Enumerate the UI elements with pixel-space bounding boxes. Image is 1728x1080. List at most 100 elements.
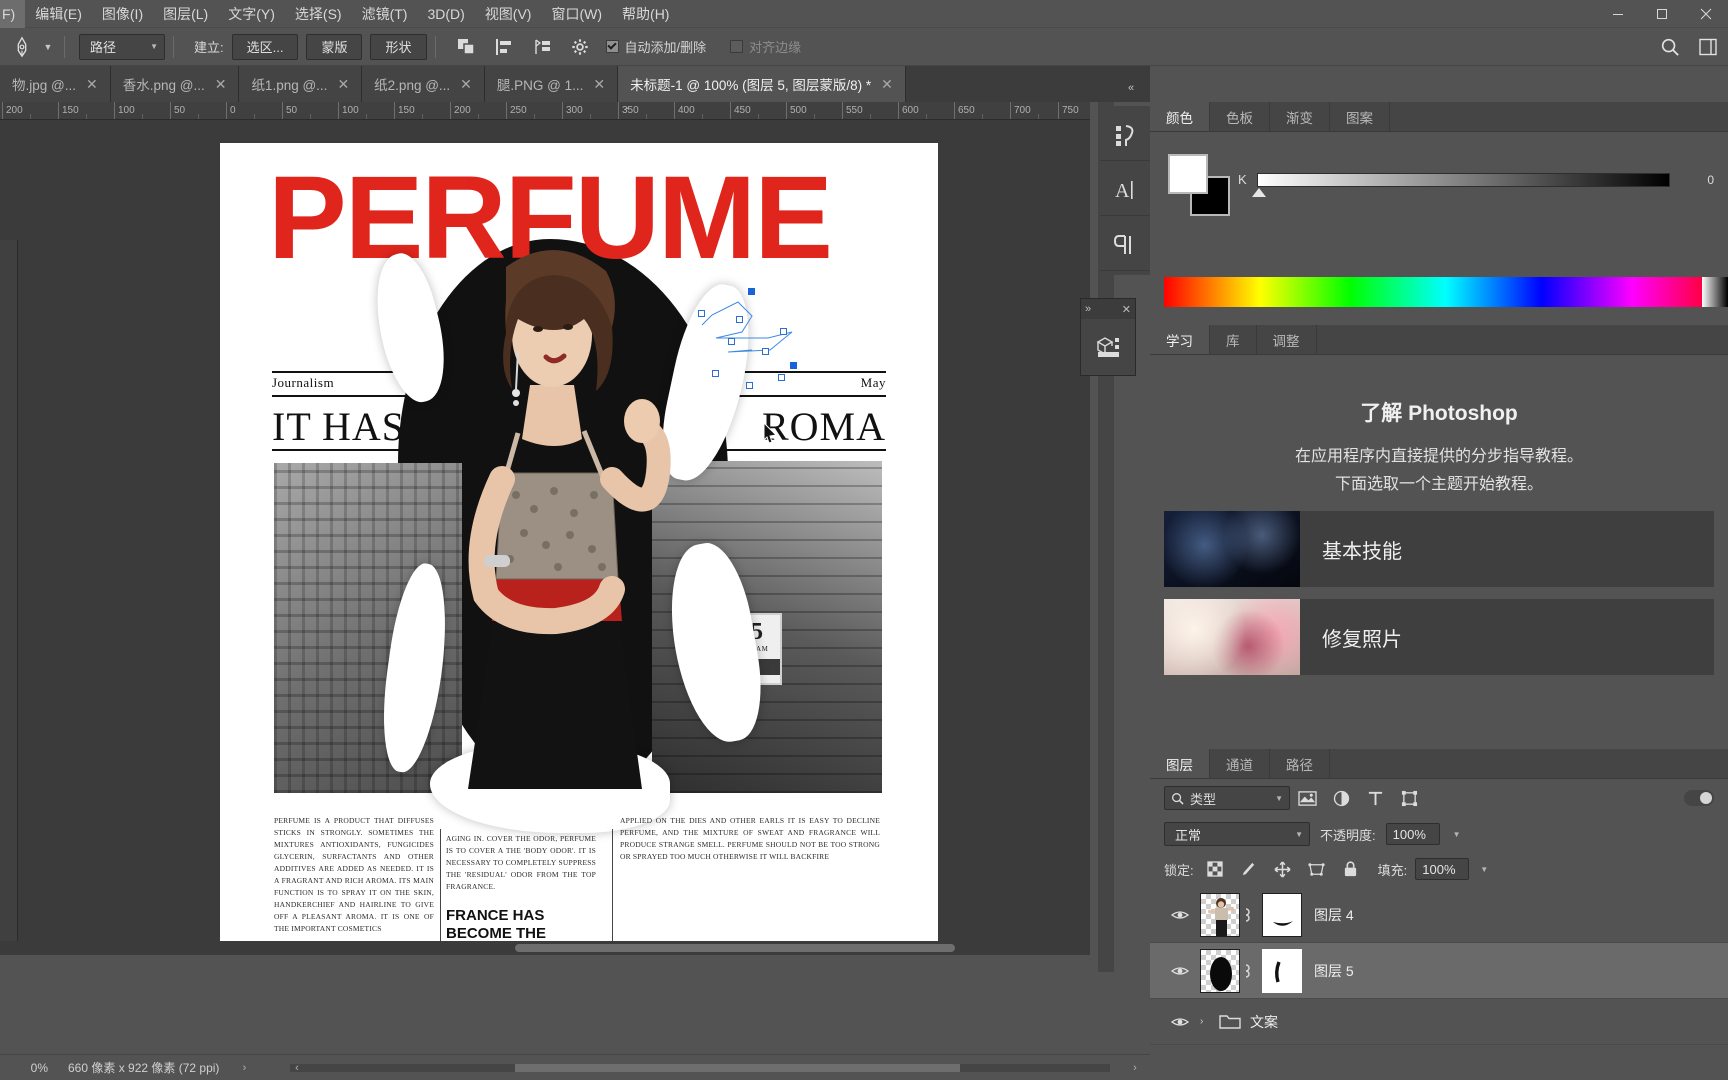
- vertical-ruler[interactable]: [0, 240, 18, 955]
- pen-path-overlay[interactable]: [690, 280, 810, 390]
- layer-row[interactable]: 图层 4: [1150, 887, 1728, 943]
- path-arrangement-button[interactable]: [526, 33, 558, 61]
- tab-swatches[interactable]: 色板: [1210, 102, 1270, 131]
- layer-group-row[interactable]: › 文案: [1150, 999, 1728, 1045]
- status-left-arrow-icon[interactable]: ‹: [286, 1062, 308, 1074]
- path-anchor-point[interactable]: [778, 374, 785, 381]
- path-anchor-point[interactable]: [790, 362, 797, 369]
- pen-tool-button[interactable]: [4, 32, 40, 62]
- tab-gradients[interactable]: 渐变: [1270, 102, 1330, 131]
- document-tab[interactable]: 物.jpg @... ✕: [0, 66, 111, 102]
- layer-filter-kind-select[interactable]: 类型 ▼: [1164, 786, 1290, 810]
- shape-filter-button[interactable]: [1392, 786, 1426, 810]
- woman-cutout-thumbnail[interactable]: [1200, 892, 1240, 937]
- tab-learn[interactable]: 学习: [1150, 325, 1210, 354]
- close-icon[interactable]: ✕: [337, 76, 349, 93]
- learn-card-basic-skills[interactable]: 基本技能: [1164, 511, 1714, 587]
- workspace-button[interactable]: [1692, 33, 1724, 61]
- close-icon[interactable]: ✕: [1122, 303, 1131, 316]
- tab-channels[interactable]: 通道: [1210, 749, 1270, 778]
- layer-visibility-toggle[interactable]: [1160, 965, 1200, 977]
- canvas-collapse-icon[interactable]: ⌃: [620, 104, 634, 118]
- path-anchor-point[interactable]: [712, 370, 719, 377]
- document-tab[interactable]: 腿.PNG @ 1... ✕: [484, 66, 619, 102]
- make-selection-button[interactable]: 选区...: [231, 33, 299, 60]
- chevron-down-icon[interactable]: ▼: [1450, 830, 1464, 839]
- path-settings-button[interactable]: [564, 33, 596, 61]
- lock-image-pixels-button[interactable]: [1236, 857, 1262, 881]
- menu-window[interactable]: 窗口(W): [541, 0, 612, 28]
- chevron-down-icon[interactable]: ▼: [1477, 865, 1491, 874]
- status-scrollbar[interactable]: [290, 1064, 1110, 1072]
- menu-select[interactable]: 选择(S): [285, 0, 352, 28]
- path-mode-select[interactable]: 路径 ▼: [79, 33, 165, 60]
- adjustment-filter-button[interactable]: [1324, 786, 1358, 810]
- tab-adjustments[interactable]: 调整: [1256, 325, 1317, 354]
- path-anchor-point[interactable]: [762, 348, 769, 355]
- floating-3d-panel[interactable]: » ✕: [1080, 298, 1136, 376]
- fill-input[interactable]: 100%: [1415, 858, 1470, 880]
- layer-mask-link-icon[interactable]: [1240, 962, 1262, 980]
- menu-3d[interactable]: 3D(D): [417, 0, 474, 28]
- black-shape-thumbnail[interactable]: [1200, 948, 1240, 993]
- make-shape-button[interactable]: 形状: [370, 33, 427, 60]
- k-value[interactable]: 0: [1680, 173, 1714, 187]
- close-icon[interactable]: ✕: [593, 76, 605, 93]
- k-slider[interactable]: [1251, 172, 1670, 197]
- lock-position-button[interactable]: [1270, 857, 1296, 881]
- filter-enable-toggle[interactable]: [1684, 790, 1714, 806]
- document-tab-active[interactable]: 未标题-1 @ 100% (图层 5, 图层蒙版/8) * ✕: [618, 66, 906, 102]
- pixel-filter-button[interactable]: [1290, 786, 1324, 810]
- dock-collapse-icon[interactable]: «: [1128, 82, 1134, 94]
- tab-layers[interactable]: 图层: [1150, 749, 1210, 778]
- group-visibility-toggle[interactable]: [1160, 1016, 1200, 1028]
- layer-name[interactable]: 图层 4: [1302, 905, 1354, 925]
- close-icon[interactable]: ✕: [881, 76, 893, 93]
- mini-dock-group-character-styles[interactable]: [1100, 110, 1150, 161]
- lock-transparent-pixels-button[interactable]: [1202, 857, 1228, 881]
- layer-name[interactable]: 图层 5: [1302, 961, 1354, 981]
- status-right-arrow-icon[interactable]: ›: [233, 1062, 255, 1074]
- auto-add-delete-checkbox[interactable]: 自动添加/删除: [605, 37, 706, 56]
- menu-layer[interactable]: 图层(L): [153, 0, 218, 28]
- document-tab[interactable]: 香水.png @... ✕: [110, 66, 240, 102]
- lock-all-button[interactable]: [1338, 857, 1364, 881]
- layer-group-name[interactable]: 文案: [1244, 1012, 1278, 1032]
- foreground-color-swatch[interactable]: [1168, 154, 1208, 194]
- menu-edit[interactable]: 编辑(E): [25, 0, 92, 28]
- status-right-end-arrow-icon[interactable]: ›: [1124, 1062, 1146, 1074]
- canvas-horizontal-scrollbar[interactable]: [0, 941, 1090, 955]
- lock-artboard-nesting-button[interactable]: [1304, 857, 1330, 881]
- menu-filter[interactable]: 滤镜(T): [352, 0, 418, 28]
- layer-mask-thumbnail-selected[interactable]: [1262, 948, 1302, 993]
- mini-dock-group-paragraph[interactable]: [1100, 220, 1150, 271]
- tab-color[interactable]: 颜色: [1150, 102, 1210, 131]
- scrollbar-thumb[interactable]: [515, 1064, 960, 1072]
- mini-dock-group-character[interactable]: A: [1100, 165, 1150, 216]
- tab-paths[interactable]: 路径: [1270, 749, 1330, 778]
- artboard[interactable]: PERFUME Journalism May IT HAS A ROMA 15 …: [220, 143, 938, 955]
- close-button[interactable]: [1684, 0, 1728, 28]
- menu-view[interactable]: 视图(V): [475, 0, 542, 28]
- chevron-right-icon[interactable]: ›: [1200, 1016, 1216, 1027]
- tool-preset-caret[interactable]: ▼: [40, 32, 56, 62]
- zoom-level[interactable]: 0%: [0, 1061, 56, 1075]
- path-anchor-point[interactable]: [746, 382, 753, 389]
- type-filter-button[interactable]: [1358, 786, 1392, 810]
- layer-visibility-toggle[interactable]: [1160, 909, 1200, 921]
- layer-mask-link-icon[interactable]: [1240, 906, 1262, 924]
- spectrum-gray-ramp[interactable]: [1702, 277, 1728, 307]
- make-mask-button[interactable]: 蒙版: [306, 33, 363, 60]
- learn-card-retouch-photos[interactable]: 修复照片: [1164, 599, 1714, 675]
- horizontal-ruler[interactable]: 200 150 100 50 0 50 100 150 200 250 300 …: [0, 102, 1090, 120]
- menu-image[interactable]: 图像(I): [92, 0, 153, 28]
- document-tab[interactable]: 纸2.png @... ✕: [362, 66, 485, 102]
- path-alignment-button[interactable]: [488, 33, 520, 61]
- path-anchor-point[interactable]: [728, 338, 735, 345]
- blend-mode-select[interactable]: 正常 ▼: [1164, 822, 1310, 846]
- opacity-input[interactable]: 100%: [1385, 823, 1440, 845]
- path-anchor-point[interactable]: [736, 316, 743, 323]
- document-tab[interactable]: 纸1.png @... ✕: [239, 66, 363, 102]
- tab-patterns[interactable]: 图案: [1330, 102, 1390, 131]
- menu-file[interactable]: F): [0, 0, 26, 28]
